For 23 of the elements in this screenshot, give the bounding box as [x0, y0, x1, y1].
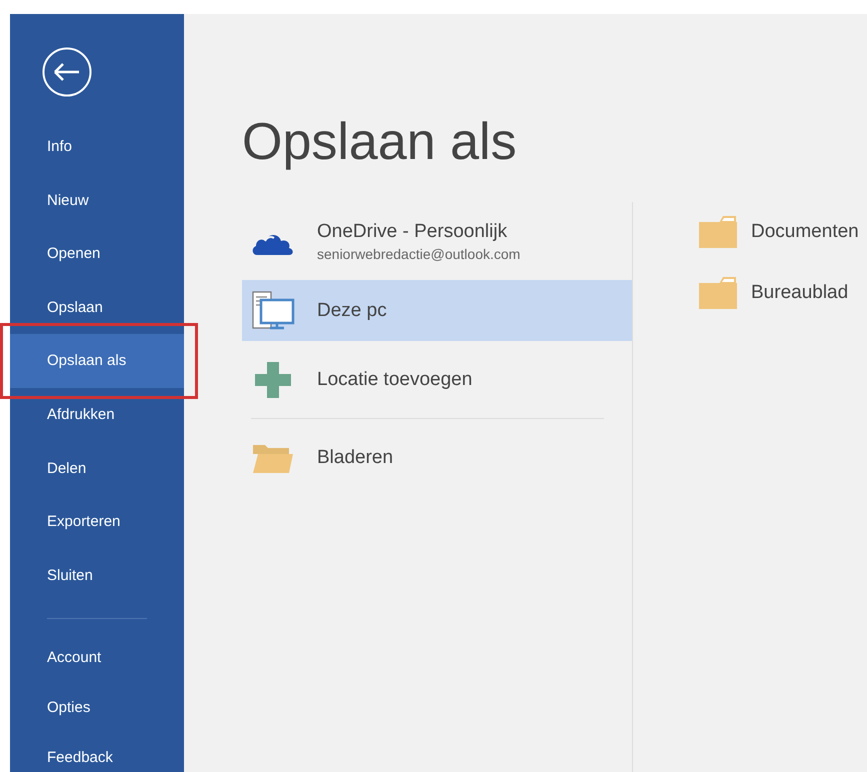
sidebar-item[interactable]: Account [10, 633, 184, 684]
sidebar-item[interactable]: Afdrukken [10, 388, 184, 442]
sidebar-item[interactable]: Opslaan [10, 280, 184, 334]
location-item[interactable]: Bladeren [242, 427, 632, 488]
location-item[interactable]: Deze pc [242, 280, 632, 341]
computer-icon [251, 290, 295, 330]
sidebar-item[interactable]: Openen [10, 227, 184, 281]
sidebar-item[interactable]: Info [10, 120, 184, 174]
back-icon[interactable] [42, 47, 92, 97]
sidebar-item[interactable]: Opties [10, 683, 184, 734]
sidebar-item[interactable]: Opslaan als [10, 334, 184, 388]
sidebar-item[interactable]: Delen [10, 442, 184, 496]
folder-item[interactable]: Bureaublad [699, 275, 859, 311]
folder-icon [699, 276, 737, 310]
location-item[interactable]: Locatie toevoegen [242, 349, 632, 410]
folder-item[interactable]: Documenten [699, 214, 859, 250]
sidebar-item[interactable]: Feedback [10, 733, 184, 772]
sidebar-item[interactable]: Sluiten [10, 548, 184, 602]
location-item[interactable]: OneDrive - Persoonlijk seniorwebredactie@outlook.com [242, 211, 632, 272]
folder-icon [699, 215, 737, 249]
sidebar-item[interactable]: Exporteren [10, 495, 184, 549]
page-title: Opslaan als [242, 112, 518, 173]
sidebar-item[interactable]: Nieuw [10, 174, 184, 228]
